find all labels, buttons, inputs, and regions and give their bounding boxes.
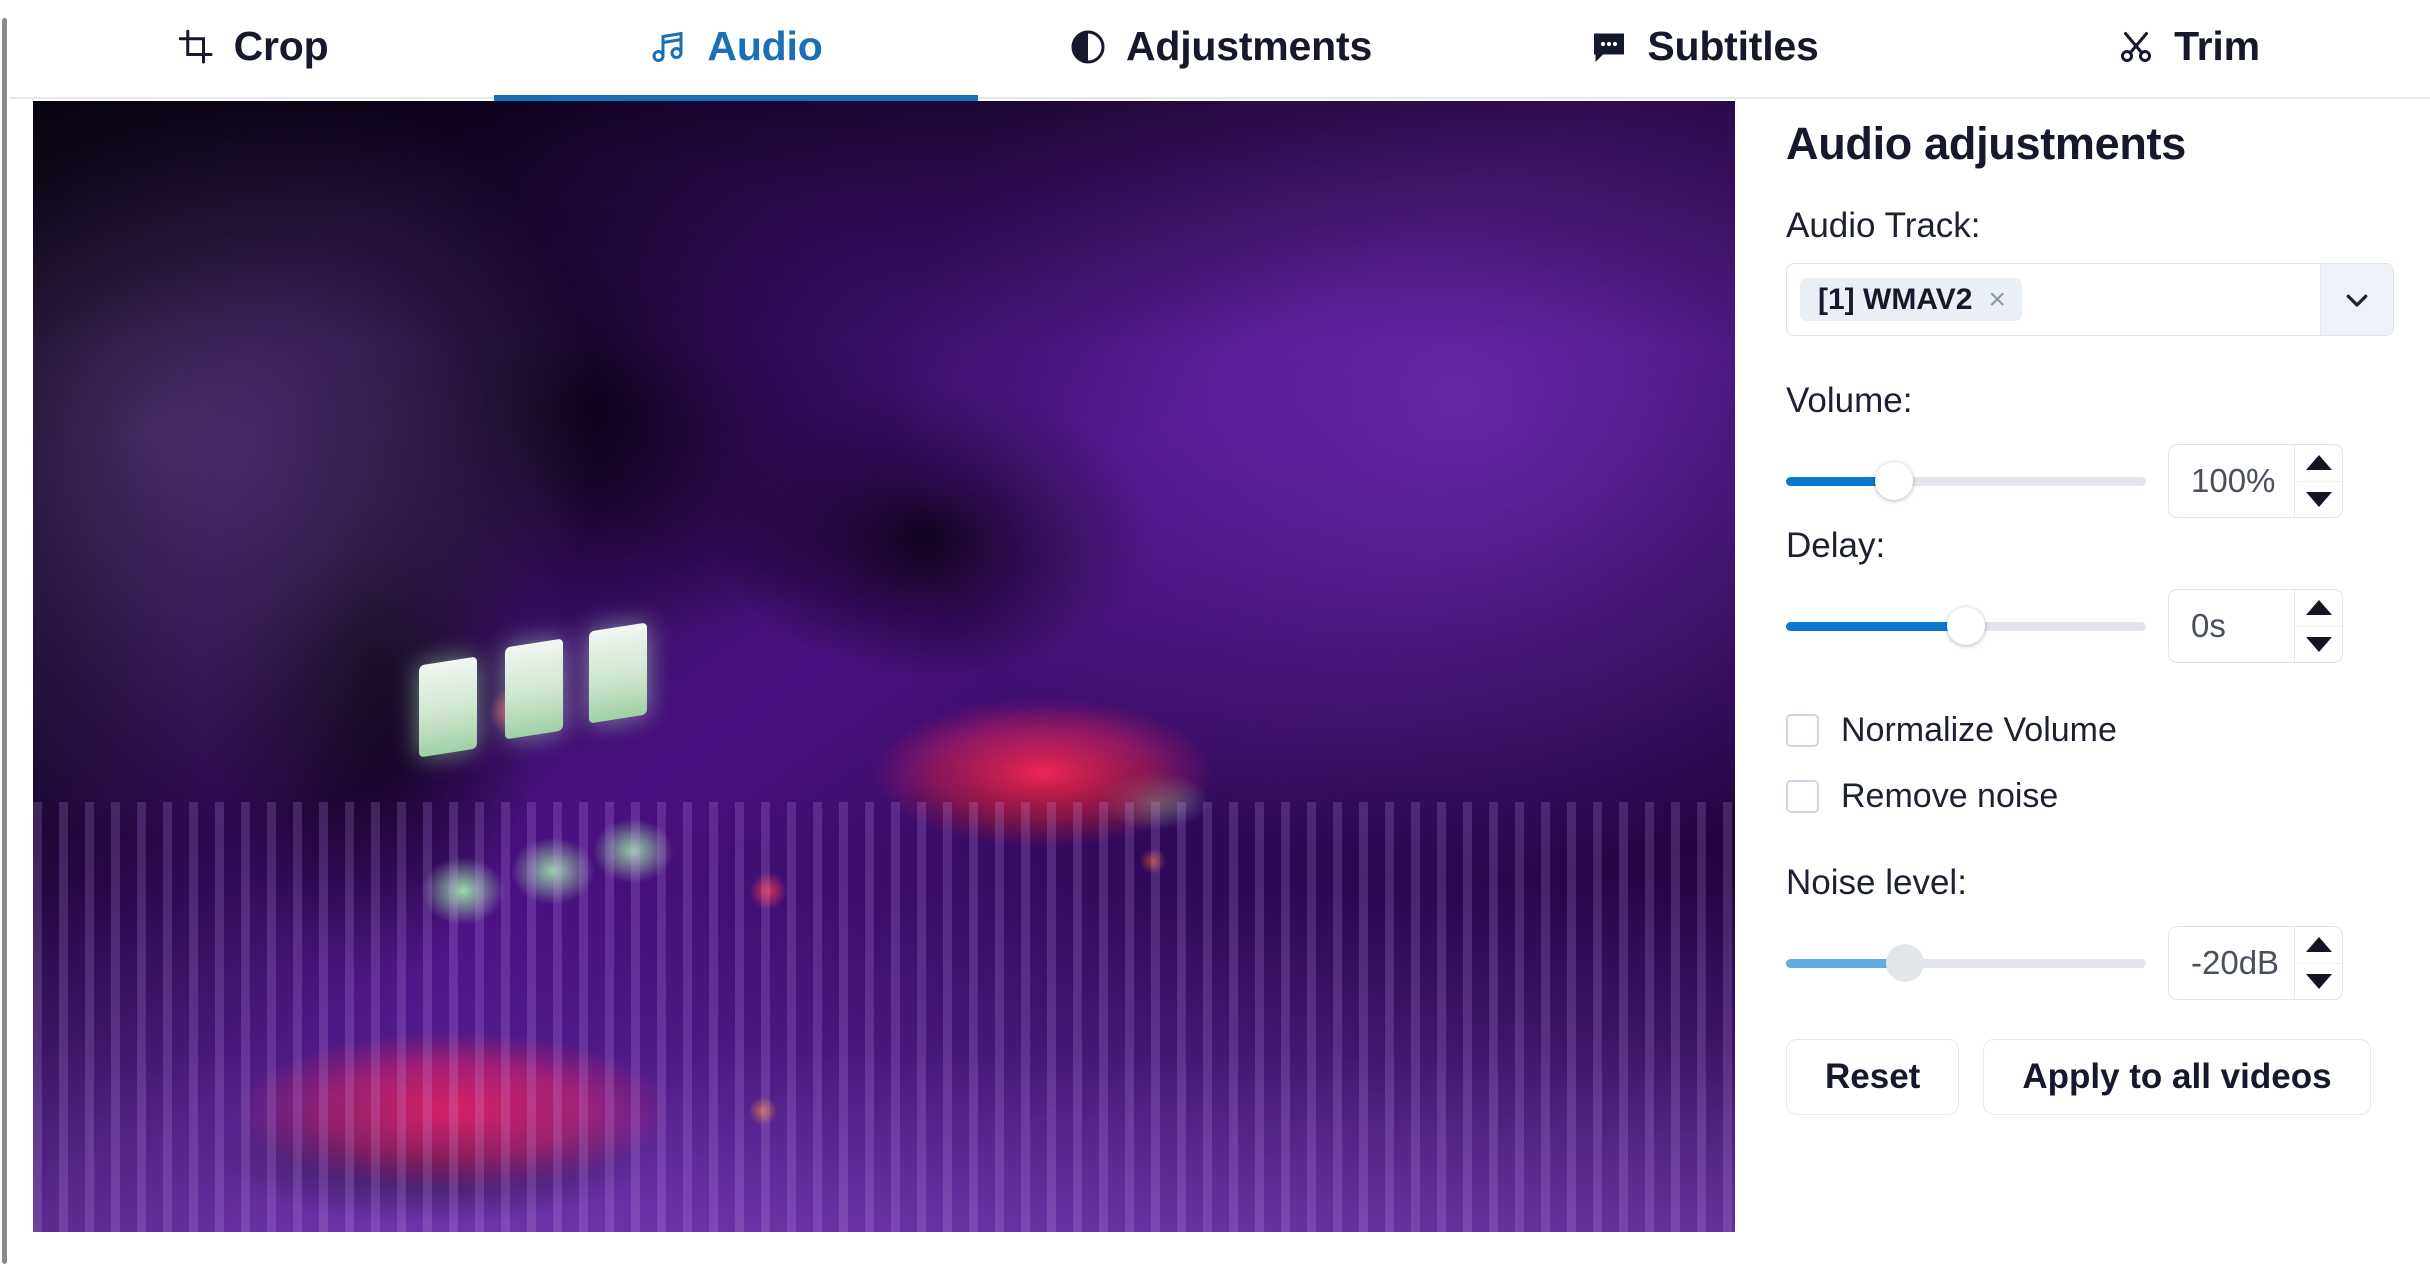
- close-icon[interactable]: ×: [1988, 284, 2006, 315]
- tab-audio-label: Audio: [707, 23, 823, 69]
- audio-track-select[interactable]: [1] WMAV2 ×: [1786, 263, 2394, 336]
- tab-trim[interactable]: Trim: [1946, 0, 2430, 99]
- tab-adjustments-label: Adjustments: [1125, 23, 1373, 69]
- volume-label: Volume:: [1786, 381, 1913, 420]
- music-note-icon: [649, 27, 689, 67]
- normalize-volume-checkbox-row[interactable]: Normalize Volume: [1786, 697, 2406, 763]
- mixer-pad: [419, 656, 477, 758]
- delay-spinner-down[interactable]: [2295, 627, 2342, 663]
- normalize-volume-label: Normalize Volume: [1841, 710, 2117, 749]
- delay-label: Delay:: [1786, 526, 1886, 565]
- tab-subtitles-label: Subtitles: [1647, 23, 1819, 69]
- delay-number-input[interactable]: 0s: [2168, 589, 2343, 663]
- apply-to-all-videos-button[interactable]: Apply to all videos: [1983, 1039, 2371, 1115]
- tab-crop[interactable]: Crop: [10, 0, 494, 99]
- noise-level-spinner-down[interactable]: [2295, 964, 2342, 1000]
- mixer-surface-overlay: [33, 802, 1735, 1232]
- video-editor-window: Crop Audio Adjustments Subtitles Trim Au…: [0, 0, 2430, 1280]
- noise-level-spinner: [2294, 927, 2342, 999]
- video-preview[interactable]: [33, 101, 1735, 1232]
- delay-slider-thumb[interactable]: [1947, 607, 1985, 645]
- noise-level-row: -20dB: [1786, 920, 2406, 1006]
- caret-up-icon: [2305, 455, 2332, 471]
- scissors-icon: [2116, 27, 2156, 67]
- caret-down-icon: [2305, 491, 2332, 507]
- volume-slider-thumb[interactable]: [1875, 462, 1913, 500]
- crop-icon: [176, 27, 216, 67]
- delay-spinner: [2294, 590, 2342, 662]
- delay-slider[interactable]: [1786, 583, 2146, 669]
- caret-up-icon: [2305, 600, 2332, 616]
- mixer-pad: [589, 622, 647, 724]
- audio-track-label: Audio Track:: [1786, 206, 1981, 245]
- volume-spinner: [2294, 445, 2342, 517]
- tab-crop-label: Crop: [233, 23, 329, 69]
- audio-adjustments-panel: Audio adjustments Audio Track: [1] WMAV2…: [1786, 118, 2406, 1115]
- volume-row: 100%: [1786, 438, 2406, 524]
- mixer-pad: [505, 638, 563, 740]
- delay-slider-fill: [1786, 621, 1966, 631]
- noise-level-slider-thumb[interactable]: [1885, 944, 1924, 982]
- volume-spinner-up[interactable]: [2295, 445, 2342, 482]
- audio-track-chip[interactable]: [1] WMAV2 ×: [1800, 278, 2022, 321]
- caret-down-icon: [2305, 973, 2332, 989]
- tab-trim-label: Trim: [2174, 23, 2260, 69]
- page-scrollbar[interactable]: [0, 0, 10, 1280]
- volume-spinner-down[interactable]: [2295, 482, 2342, 518]
- volume-number-input[interactable]: 100%: [2168, 444, 2343, 518]
- audio-track-chip-label: [1] WMAV2: [1818, 282, 1973, 316]
- panel-title: Audio adjustments: [1786, 118, 2186, 169]
- panel-actions: Reset Apply to all videos: [1786, 1039, 2406, 1115]
- remove-noise-label: Remove noise: [1841, 776, 2059, 815]
- noise-level-number-input[interactable]: -20dB: [2168, 926, 2343, 1000]
- noise-level-value[interactable]: -20dB: [2169, 927, 2294, 999]
- speech-bubble-icon: [1589, 27, 1629, 67]
- normalize-volume-checkbox[interactable]: [1786, 713, 1819, 747]
- volume-value[interactable]: 100%: [2169, 445, 2294, 517]
- reset-button[interactable]: Reset: [1786, 1039, 1960, 1115]
- noise-level-label: Noise level:: [1786, 863, 1967, 902]
- caret-down-icon: [2305, 636, 2332, 652]
- remove-noise-checkbox[interactable]: [1786, 779, 1819, 813]
- chevron-down-icon[interactable]: [2320, 264, 2393, 335]
- volume-slider[interactable]: [1786, 438, 2146, 524]
- remove-noise-checkbox-row[interactable]: Remove noise: [1786, 763, 2406, 829]
- contrast-icon: [1068, 27, 1108, 67]
- editor-tabbar: Crop Audio Adjustments Subtitles Trim: [10, 0, 2430, 101]
- noise-level-spinner-up[interactable]: [2295, 927, 2342, 964]
- delay-row: 0s: [1786, 583, 2406, 669]
- tab-subtitles[interactable]: Subtitles: [1462, 0, 1946, 99]
- page-scrollbar-thumb[interactable]: [2, 18, 7, 1264]
- tab-audio[interactable]: Audio: [494, 0, 978, 101]
- audio-track-selected-values: [1] WMAV2 ×: [1787, 264, 2320, 335]
- delay-spinner-up[interactable]: [2295, 590, 2342, 627]
- caret-up-icon: [2305, 937, 2332, 953]
- noise-level-slider[interactable]: [1786, 920, 2146, 1006]
- tab-adjustments[interactable]: Adjustments: [978, 0, 1462, 99]
- delay-value[interactable]: 0s: [2169, 590, 2294, 662]
